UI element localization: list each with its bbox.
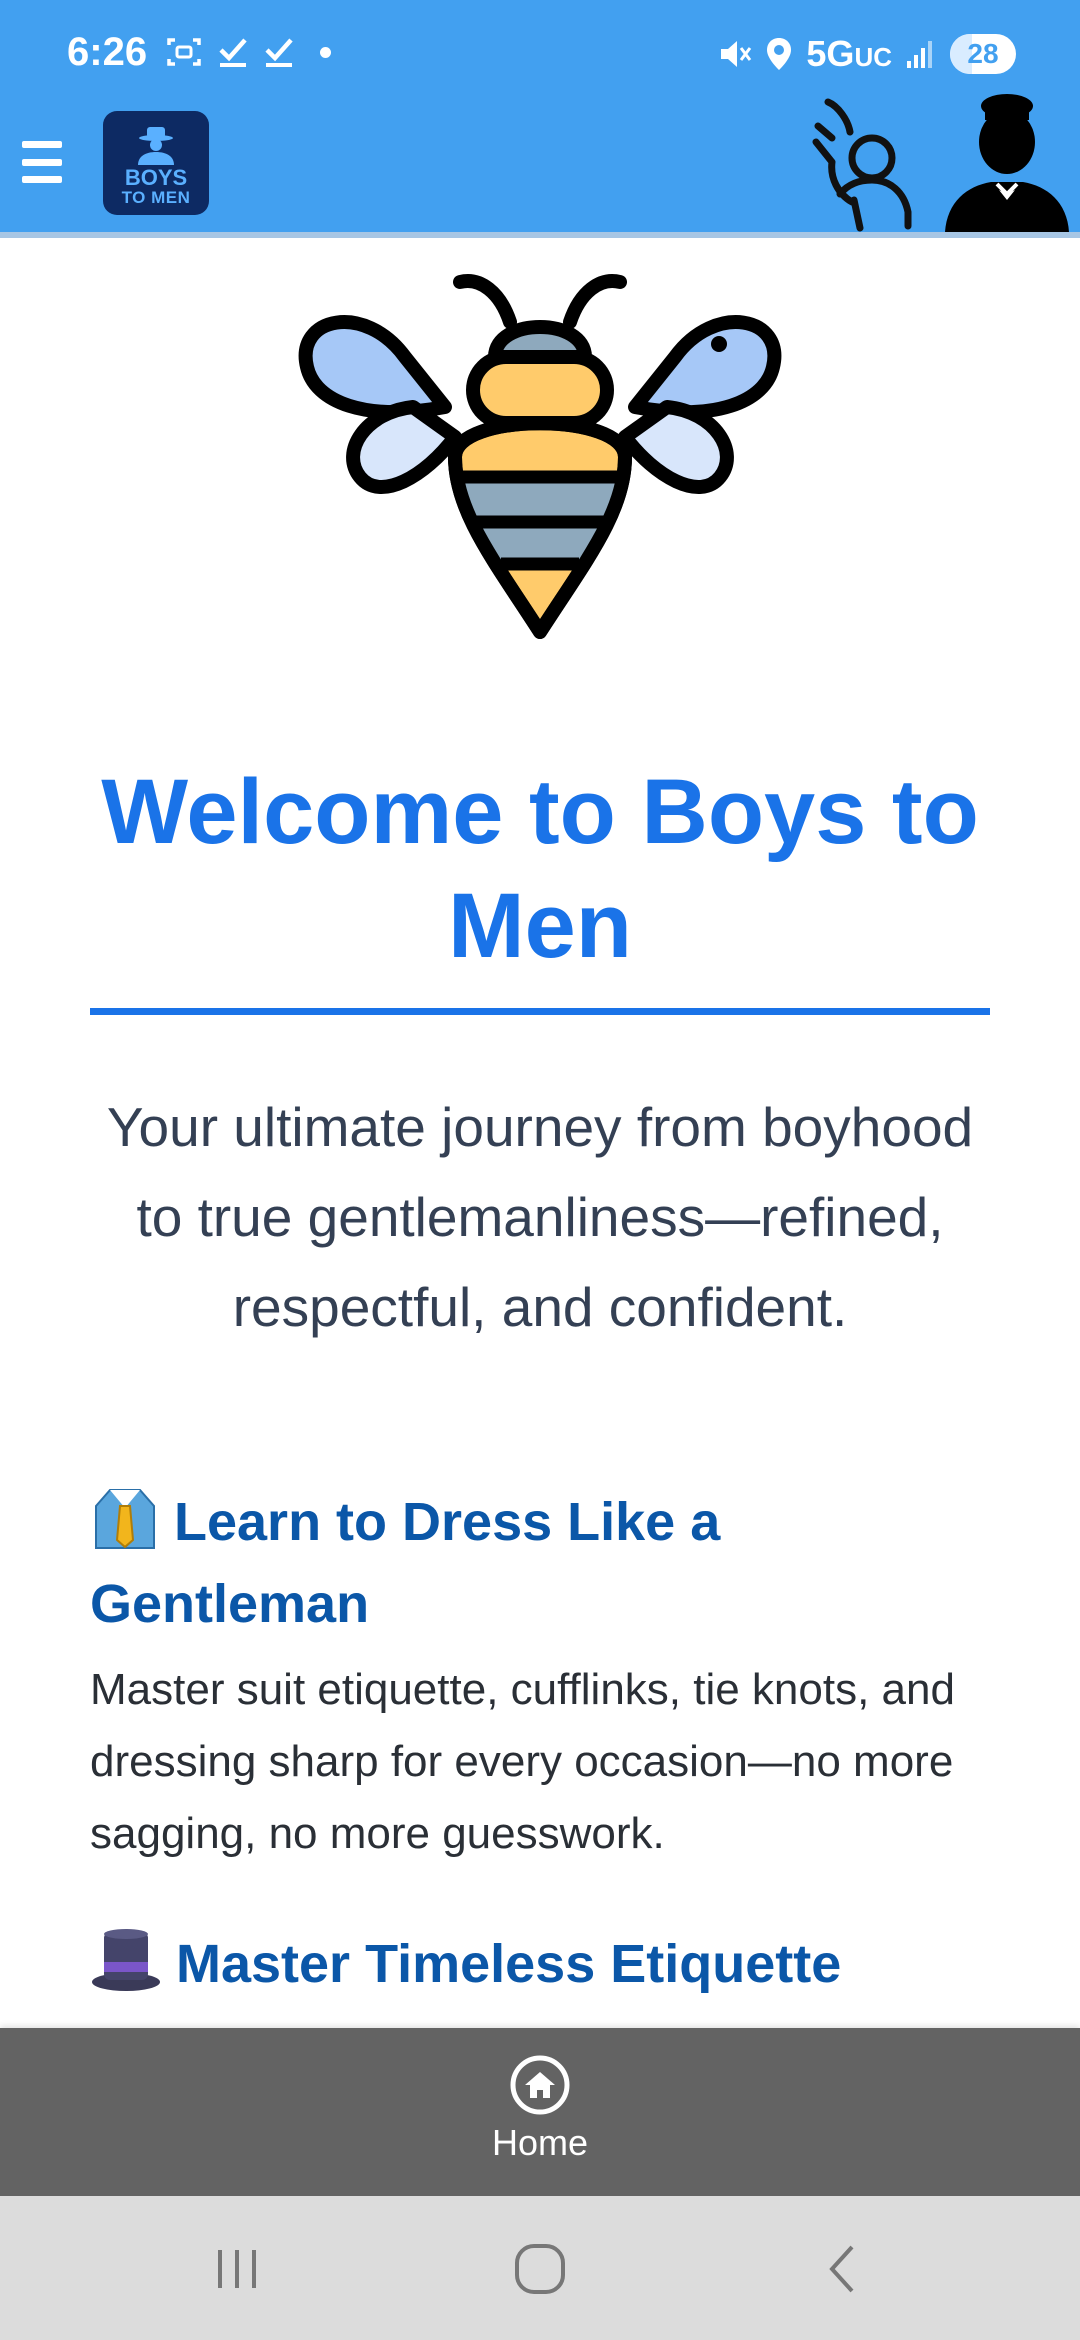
check-icon xyxy=(219,38,247,67)
shirt-tie-icon xyxy=(90,1484,160,1568)
logo-text-to-men: TO MEN xyxy=(121,188,191,207)
signal-icon xyxy=(907,41,932,68)
battery-icon: 28 xyxy=(950,34,1016,74)
bee-icon xyxy=(298,274,782,639)
page-title: Welcome to Boys to Men xyxy=(101,761,979,977)
feature-heading-dress: Learn to Dress Like a Gentleman xyxy=(90,1484,990,1640)
hamburger-icon[interactable] xyxy=(22,137,62,187)
top-hat-icon xyxy=(90,1928,162,2010)
recent-apps-icon xyxy=(218,2250,256,2288)
hat-person-icon xyxy=(138,127,174,165)
recent-apps-button[interactable] xyxy=(197,2236,277,2302)
app-header: 6:26 5GUC 28 BOYS TO MEN xyxy=(0,0,1080,238)
system-nav-bar xyxy=(0,2196,1080,2340)
location-icon xyxy=(767,38,792,70)
dot-icon xyxy=(320,46,331,58)
logo-text-boys: BOYS xyxy=(124,165,188,190)
bottom-nav: Home xyxy=(0,2028,1080,2196)
nav-home-tab[interactable]: Home xyxy=(440,2028,640,2196)
status-bar: 6:26 5GUC 28 xyxy=(0,0,1080,112)
nav-home-label: Home xyxy=(491,2122,589,2163)
feature-description: Master suit etiquette, cufflinks, tie kn… xyxy=(90,1665,955,1858)
network-type: 5GUC xyxy=(806,33,892,74)
header-divider xyxy=(0,232,1080,238)
system-home-button[interactable] xyxy=(500,2236,580,2302)
back-icon xyxy=(829,2245,854,2293)
home-icon xyxy=(510,2055,570,2115)
status-time: 6:26 xyxy=(67,30,148,74)
gentleman-avatar-icon[interactable] xyxy=(945,92,1070,232)
check-icon xyxy=(265,38,293,67)
system-back-button[interactable] xyxy=(803,2236,883,2302)
feature-heading-etiquette: Master Timeless Etiquette xyxy=(90,1928,990,2010)
app-logo[interactable]: BOYS TO MEN xyxy=(103,111,209,215)
status-system-icons: 5GUC 28 xyxy=(718,33,1016,75)
screenshot-icon xyxy=(167,38,201,66)
feature-heading-text: Master Timeless Etiquette xyxy=(176,1934,842,1994)
feature-heading-text: Learn to Dress Like a Gentleman xyxy=(90,1492,721,1634)
mute-icon xyxy=(721,41,752,67)
status-notification-icons xyxy=(166,36,331,68)
intro-text: Your ultimate journey from boyhood to tr… xyxy=(106,1096,974,1338)
home-circle-icon xyxy=(515,2244,565,2294)
raised-hand-person-icon[interactable] xyxy=(810,96,914,232)
title-divider xyxy=(90,1008,990,1015)
